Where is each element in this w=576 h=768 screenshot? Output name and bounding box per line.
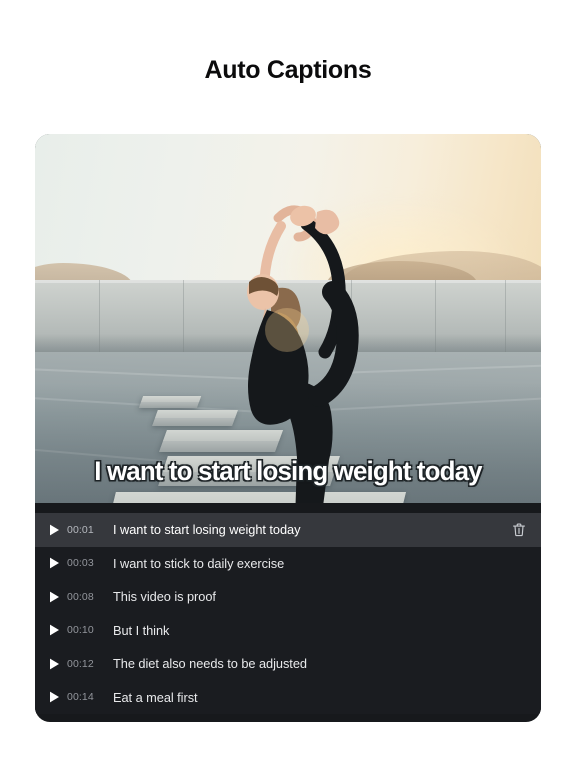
caption-timestamp: 00:12 [67, 657, 94, 670]
caption-timestamp: 00:08 [67, 590, 94, 603]
caption-row[interactable]: 00:01 I want to start losing weight toda… [35, 513, 541, 547]
video-caption-overlay: I want to start losing weight today [94, 456, 482, 486]
caption-timestamp: 00:03 [67, 557, 94, 570]
video-caption-card: I want to start losing weight today 00:0… [35, 134, 541, 722]
caption-timestamp: 00:10 [67, 624, 94, 637]
caption-timestamp: 00:14 [67, 691, 94, 704]
play-icon[interactable] [48, 591, 61, 603]
play-icon[interactable] [48, 524, 61, 536]
caption-text[interactable]: I want to start losing weight today [113, 522, 503, 537]
caption-row[interactable]: 00:14 Eat a meal first [35, 680, 541, 714]
caption-row[interactable]: 00:03 I want to stick to daily exercise [35, 546, 541, 580]
play-icon[interactable] [48, 691, 61, 703]
caption-text[interactable]: This video is proof [113, 589, 527, 604]
page-title: Auto Captions [204, 56, 372, 84]
caption-row[interactable]: 00:12 The diet also needs to be adjusted [35, 647, 541, 681]
caption-text[interactable]: The diet also needs to be adjusted [113, 656, 527, 671]
trash-icon[interactable] [511, 522, 527, 538]
list-top-strip [35, 503, 541, 513]
play-icon[interactable] [48, 624, 61, 636]
yoga-athlete [247, 205, 359, 503]
caption-text[interactable]: I want to stick to daily exercise [113, 556, 527, 571]
play-icon[interactable] [48, 658, 61, 670]
caption-list: 00:01 I want to start losing weight toda… [35, 513, 541, 714]
play-icon[interactable] [48, 557, 61, 569]
video-preview[interactable]: I want to start losing weight today [35, 134, 541, 503]
caption-row[interactable]: 00:10 But I think [35, 613, 541, 647]
video-frame-image [35, 134, 541, 503]
caption-row[interactable]: 00:08 This video is proof [35, 580, 541, 614]
caption-timestamp: 00:01 [67, 523, 94, 536]
caption-text[interactable]: Eat a meal first [113, 690, 527, 705]
caption-text[interactable]: But I think [113, 623, 527, 638]
auto-captions-page: Auto Captions I want to start losing wei… [0, 0, 576, 768]
